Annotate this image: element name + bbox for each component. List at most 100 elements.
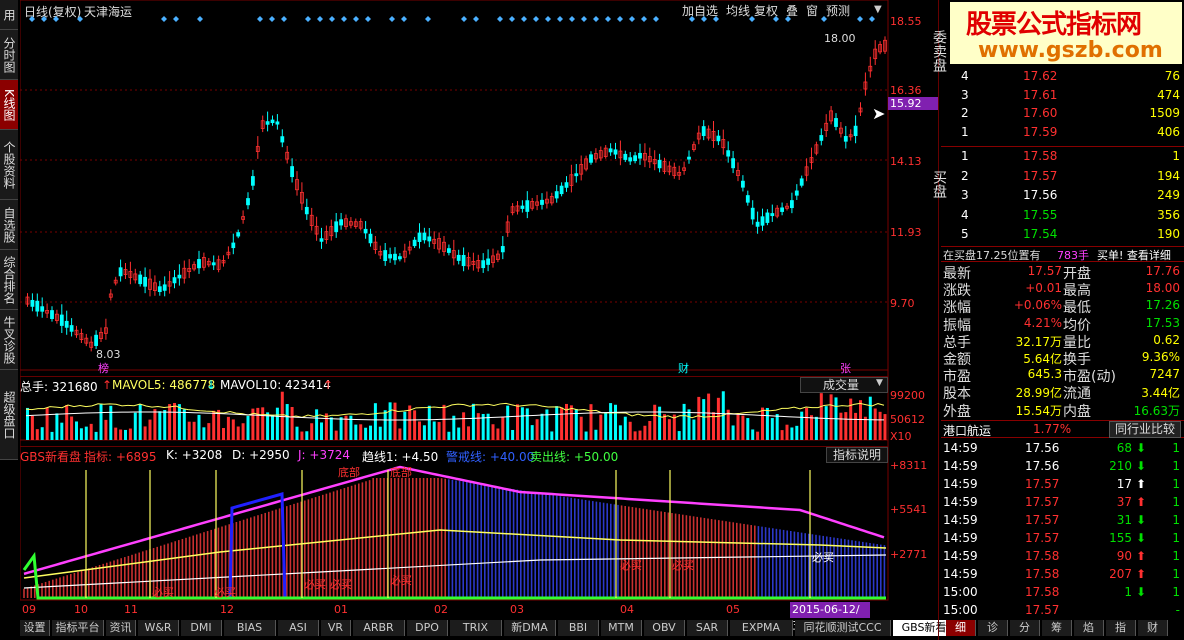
volume-bar — [692, 419, 696, 440]
sector-compare-button[interactable]: 同行业比较 — [1109, 421, 1181, 438]
signal-diamond — [269, 16, 275, 22]
stat-value: 32.17万 — [1015, 334, 1062, 349]
chevron-down-icon[interactable]: ▼ — [876, 378, 883, 388]
volume-bar — [785, 424, 789, 440]
signal-diamond — [473, 16, 479, 22]
bottom-tab[interactable]: SAR — [687, 620, 728, 636]
volume-bar — [26, 407, 29, 440]
left-tab[interactable]: K线图 — [0, 80, 18, 130]
signal-diamond — [821, 16, 827, 22]
bottom-tab[interactable]: DPO — [407, 620, 448, 636]
buy-level-row[interactable]: 2 17.57 194 — [941, 168, 1184, 186]
volume-bar — [628, 421, 632, 440]
right-panel-tab[interactable]: 分 — [1010, 620, 1040, 636]
left-tab[interactable]: 自选股 — [0, 200, 18, 250]
right-panel-tab[interactable]: 指 — [1106, 620, 1136, 636]
candle-body — [843, 136, 848, 142]
buy-level-row[interactable]: 4 17.55 356 — [941, 207, 1184, 225]
stat-value: 28.99亿 — [1015, 386, 1062, 401]
sector-row: 港口航运 1.77% 同行业比较 — [941, 420, 1184, 438]
bottom-tab[interactable]: EXPMA — [730, 620, 793, 636]
annotation-buy: 必买 — [672, 559, 694, 572]
sell-level-row[interactable]: 4 17.62 76 — [941, 68, 1184, 86]
signal-diamond — [701, 16, 707, 22]
big-order-notice[interactable]: 在买盘17.25位置有 783手 买单! 查看详细 — [941, 246, 1184, 262]
sell-level-row[interactable]: 2 17.60 1509 — [941, 105, 1184, 123]
bottom-tab[interactable]: ASI — [278, 620, 319, 636]
stat-value: 9.36% — [1141, 350, 1180, 364]
bottom-tab[interactable]: 资讯 — [106, 620, 136, 636]
volume-bar — [540, 413, 544, 440]
kline-chart[interactable] — [20, 0, 940, 620]
bottom-tab[interactable]: TRIX — [450, 620, 502, 636]
bottom-tab[interactable]: 设置 — [20, 620, 50, 636]
candle-body — [177, 274, 182, 279]
left-tab[interactable]: 超级盘口 — [0, 370, 18, 460]
volume-bar — [761, 407, 764, 440]
indicator-tick: +8311 — [890, 459, 928, 472]
volume-bar — [653, 404, 657, 440]
level-price: 17.62 — [1023, 69, 1058, 83]
volume-selector[interactable]: 成交量 — [800, 377, 888, 393]
level-price: 17.58 — [1023, 149, 1058, 163]
volume-bar — [226, 416, 230, 440]
event-marker-bang[interactable]: 榜 — [98, 360, 109, 376]
event-marker-cai[interactable]: 财 — [678, 360, 689, 376]
indicator-name[interactable]: GBS新看盘 — [20, 448, 81, 465]
bottom-tab[interactable]: W&R — [138, 620, 179, 636]
indicator-help-button[interactable]: 指标说明 — [826, 447, 888, 463]
stat-value: 18.00 — [1145, 281, 1180, 296]
left-tab[interactable]: 个股资料 — [0, 130, 18, 200]
bottom-tab[interactable]: DMI — [181, 620, 222, 636]
bottom-tab[interactable]: OBV — [644, 620, 685, 636]
right-panel-tab[interactable]: 筹 — [1042, 620, 1072, 636]
candle-body — [780, 207, 784, 212]
bottom-tab[interactable]: VR — [321, 620, 351, 636]
bottom-tab[interactable]: 指标平台 — [52, 620, 104, 636]
tick-row: 14:59 17.57 37 ⬆ 1 — [941, 494, 1184, 512]
bottom-tab[interactable]: MTM — [601, 620, 642, 636]
volume-bar — [677, 431, 681, 440]
sell-level-row[interactable]: 3 17.61 474 — [941, 87, 1184, 105]
buy-level-row[interactable]: 3 17.56 249 — [941, 187, 1184, 205]
date-tick: 01 — [334, 603, 348, 616]
date-tick: 02 — [434, 603, 448, 616]
arrow-down-icon: ⬇ — [1135, 585, 1146, 599]
mouse-cursor-icon: ➤ — [872, 104, 886, 123]
bottom-tab[interactable]: 新DMA — [504, 620, 556, 636]
candle-body — [280, 136, 285, 143]
volume-bar — [315, 409, 319, 440]
event-marker-zhang[interactable]: 张 — [840, 360, 851, 376]
ma10-arrow-icon: ↑ — [323, 378, 334, 392]
notice-action[interactable]: 买单! 查看详细 — [1097, 247, 1171, 263]
tick-row: 14:59 17.57 17 ⬆ 1 — [941, 476, 1184, 494]
bottom-tab[interactable]: 同花顺测试CCC — [795, 620, 891, 636]
stat-value: 0.62 — [1153, 332, 1180, 347]
candle-body — [799, 178, 804, 186]
annotation-buy: 必买 — [620, 559, 642, 572]
signal-diamond — [173, 16, 179, 22]
left-tab[interactable]: 综合排名 — [0, 250, 18, 310]
left-tab[interactable]: 用 — [0, 0, 18, 30]
volume-bar — [138, 404, 142, 440]
right-panel-tab[interactable]: 细 — [946, 620, 976, 636]
candle-body — [250, 176, 255, 186]
right-panel-tab[interactable]: 焰 — [1074, 620, 1104, 636]
buy-level-row[interactable]: 1 17.58 1 — [941, 148, 1184, 166]
volume-bar — [212, 410, 216, 440]
left-tab[interactable]: 牛叉诊股 — [0, 310, 18, 370]
volume-bar — [643, 425, 647, 440]
bottom-tab[interactable]: ARBR — [353, 620, 405, 636]
left-tab[interactable]: 分时图 — [0, 30, 18, 80]
bottom-tab[interactable]: BBI — [558, 620, 599, 636]
right-panel-tab[interactable]: 财 — [1138, 620, 1168, 636]
candle-body — [157, 286, 162, 293]
right-panel-tab[interactable]: 诊 — [978, 620, 1008, 636]
sell-level-row[interactable]: 1 17.59 406 — [941, 124, 1184, 142]
buy-level-row[interactable]: 5 17.54 190 — [941, 226, 1184, 244]
volume-bar — [177, 404, 181, 440]
signal-diamond — [773, 16, 779, 22]
sector-name[interactable]: 港口航运 — [943, 422, 991, 439]
bottom-tab[interactable]: BIAS — [224, 620, 276, 636]
volume-bar — [398, 428, 402, 440]
